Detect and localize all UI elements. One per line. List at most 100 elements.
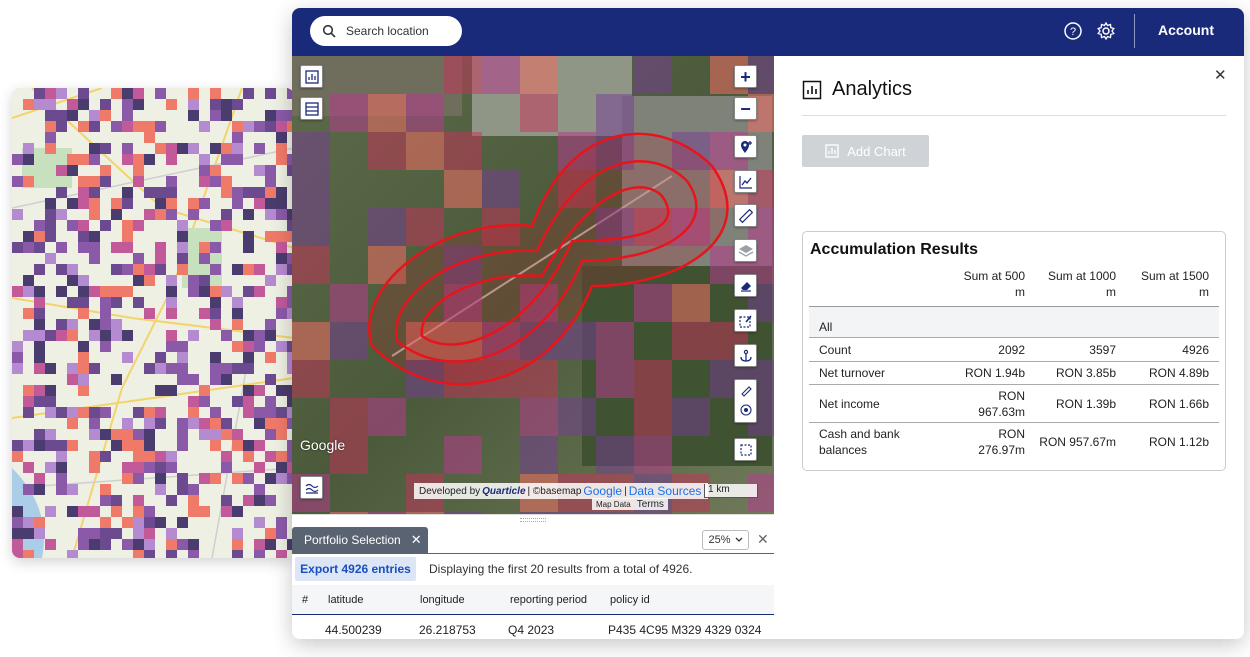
heatmap-cell xyxy=(45,253,56,264)
heatmap-cell xyxy=(100,528,111,539)
heatmap-cell xyxy=(78,528,89,539)
export-button[interactable]: Export 4926 entries xyxy=(295,557,416,581)
zoom-in-button[interactable]: + xyxy=(734,65,757,88)
heatmap-cell xyxy=(100,297,111,308)
layers-button[interactable] xyxy=(734,239,757,262)
heatmap-cell xyxy=(243,473,254,484)
ruler-button[interactable] xyxy=(734,204,757,227)
heatmap-cell xyxy=(122,220,133,231)
search-box[interactable] xyxy=(310,16,462,46)
heatmap-cell xyxy=(188,495,199,506)
add-chart-button[interactable]: Add Chart xyxy=(802,135,929,167)
heatmap-cell xyxy=(166,495,177,506)
heatmap-cell xyxy=(133,440,144,451)
gear-icon[interactable] xyxy=(1096,21,1116,41)
column-header[interactable]: longitude xyxy=(420,585,465,615)
heatmap-cell xyxy=(243,330,254,341)
heatmap-cell xyxy=(133,528,144,539)
heatmap-cell xyxy=(67,374,78,385)
heatmap-cell xyxy=(100,176,111,187)
close-analytics-icon[interactable]: ✕ xyxy=(1214,66,1227,84)
table-toggle-button[interactable] xyxy=(300,97,323,120)
google-link[interactable]: Google xyxy=(583,484,622,498)
heatmap-cell xyxy=(100,99,111,110)
map-view[interactable]: + − Google Developed by Quarticle | ©bas… xyxy=(292,56,774,514)
heatmap-cell xyxy=(276,385,287,396)
eraser-button[interactable] xyxy=(734,274,757,297)
heatmap-cell xyxy=(368,132,406,170)
heatmap-cell xyxy=(78,198,89,209)
analytics-toggle-button[interactable] xyxy=(300,65,323,88)
heatmap-cell xyxy=(210,264,221,275)
heatmap-cell xyxy=(111,440,122,451)
close-panel-icon[interactable]: ✕ xyxy=(757,531,769,548)
add-location-button[interactable] xyxy=(734,135,757,158)
heatmap-cell xyxy=(12,440,23,451)
column-header[interactable]: reporting period xyxy=(510,585,587,615)
column-header-line: Sum at 1500 xyxy=(1140,269,1209,283)
heatmap-cell xyxy=(45,143,56,154)
table-row[interactable]: 44.500239 26.218753 Q4 2023 P435 4C95 M3… xyxy=(292,616,774,639)
heatmap-cell xyxy=(292,132,330,170)
zoom-select[interactable]: 25% xyxy=(702,530,749,550)
column-header[interactable]: policy id xyxy=(610,585,650,615)
heatmap-cell xyxy=(243,396,254,407)
heatmap-cell xyxy=(45,132,56,143)
heatmap-cell xyxy=(122,330,133,341)
heatmap-cell xyxy=(166,330,177,341)
heatmap-cell xyxy=(122,418,133,429)
draw-tools-group[interactable] xyxy=(734,379,757,423)
column-header-line: Sum at 1000 xyxy=(1047,269,1116,283)
heatmap-cell xyxy=(144,539,155,550)
heatmap-cell xyxy=(34,517,45,528)
heatmap-cell xyxy=(100,451,111,462)
heatmap-cell xyxy=(78,308,89,319)
heatmap-cell xyxy=(56,451,67,462)
heatmap-cell xyxy=(177,517,188,528)
close-tab-icon[interactable]: ✕ xyxy=(411,532,422,548)
panel-resize-handle[interactable] xyxy=(520,518,546,522)
heatmap-cell xyxy=(243,231,254,242)
quarticle-link[interactable]: Quarticle xyxy=(482,486,525,497)
heatmap-cell xyxy=(122,110,133,121)
heatmap-cell xyxy=(276,528,287,539)
heatmap-cell xyxy=(122,154,133,165)
edit-selection-button[interactable] xyxy=(734,309,757,332)
heatmap-cell xyxy=(122,440,133,451)
heatmap-cell xyxy=(221,110,232,121)
heatmap-cell xyxy=(254,418,265,429)
accumulation-results-card: Accumulation Results Sum at 500 m Sum at… xyxy=(802,231,1226,471)
heatmap-cell xyxy=(45,539,56,550)
heatmap-cell xyxy=(111,286,122,297)
heatmap-cell xyxy=(166,286,177,297)
heatmap-cell xyxy=(276,242,287,253)
anchor-button[interactable] xyxy=(734,344,757,367)
terms-link[interactable]: Terms xyxy=(637,499,664,510)
heatmap-cell xyxy=(67,319,78,330)
legend-button[interactable] xyxy=(300,476,323,499)
tab-portfolio-selection[interactable]: Portfolio Selection ✕ xyxy=(292,527,428,553)
heatmap-cell xyxy=(276,473,287,484)
selection-box-button[interactable] xyxy=(734,438,757,461)
heatmap-cell xyxy=(221,330,232,341)
heatmap-cell xyxy=(56,286,67,297)
heatmap-cell xyxy=(56,110,67,121)
account-button[interactable]: Account xyxy=(1158,22,1214,38)
heatmap-cell xyxy=(89,506,100,517)
map-data-link[interactable]: Map Data xyxy=(596,500,631,509)
heatmap-cell xyxy=(89,528,100,539)
column-header[interactable]: latitude xyxy=(328,585,363,615)
line-chart-button[interactable] xyxy=(734,170,757,193)
heatmap-cell xyxy=(188,550,199,558)
column-header[interactable]: # xyxy=(302,585,308,615)
heatmap-cell xyxy=(265,451,276,462)
analytics-header: Analytics xyxy=(802,78,912,101)
data-sources-link[interactable]: Data Sources xyxy=(629,484,702,498)
heatmap-cell xyxy=(199,308,210,319)
zoom-out-button[interactable]: − xyxy=(734,97,757,120)
heatmap-cell xyxy=(254,550,265,558)
heatmap-cell xyxy=(177,440,188,451)
search-input[interactable] xyxy=(346,24,446,38)
help-circle-icon[interactable]: ? xyxy=(1063,21,1083,41)
heatmap-cell xyxy=(89,143,100,154)
